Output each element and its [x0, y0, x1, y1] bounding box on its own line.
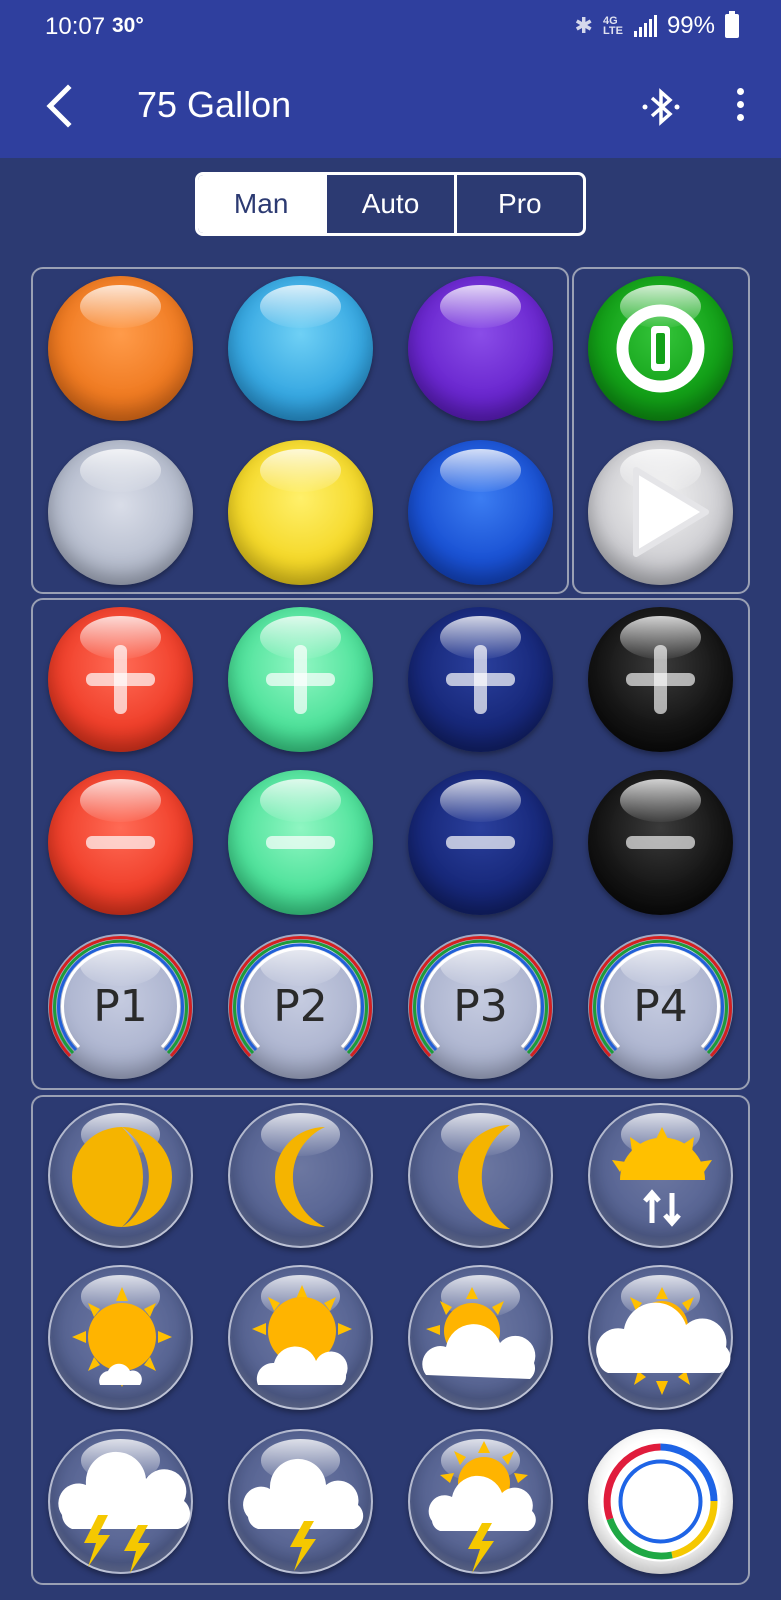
- moon-full-icon: [72, 1127, 172, 1227]
- storm-icon: [243, 1458, 364, 1571]
- mostly-sunny-icon: [252, 1285, 352, 1385]
- scene-storm-button[interactable]: [228, 1429, 373, 1574]
- plus-icon: [86, 645, 155, 714]
- partly-cloudy-icon: [422, 1287, 536, 1379]
- preset-label: P1: [93, 981, 148, 1032]
- thunderstorm-icon: [58, 1451, 191, 1573]
- app-bar: 75 Gallon: [0, 56, 781, 158]
- more-vert-icon[interactable]: [722, 84, 758, 132]
- blue-plus-button[interactable]: [408, 607, 553, 752]
- green-minus-button[interactable]: [228, 770, 373, 915]
- scene-moon-crescent-button[interactable]: [408, 1103, 553, 1248]
- color-orange-button[interactable]: [48, 276, 193, 421]
- cloudy-icon: [596, 1287, 731, 1395]
- power-button[interactable]: [588, 276, 733, 421]
- minus-icon: [266, 836, 335, 849]
- scene-mostly-sunny-button[interactable]: [228, 1265, 373, 1410]
- status-temperature: 30°: [112, 14, 144, 37]
- signal-icon: [633, 15, 657, 37]
- color-yellow-button[interactable]: [228, 440, 373, 585]
- sun-storm-icon: [428, 1441, 536, 1573]
- minus-icon: [446, 836, 515, 849]
- bluetooth-status-icon: ✱: [574, 13, 593, 38]
- blue-minus-button[interactable]: [408, 770, 553, 915]
- back-arrow-icon[interactable]: [38, 82, 82, 130]
- minus-icon: [626, 836, 695, 849]
- tab-man[interactable]: Man: [198, 175, 325, 233]
- preset-p3-button[interactable]: P3: [408, 934, 553, 1079]
- battery-icon: [725, 11, 739, 38]
- color-blue-button[interactable]: [408, 440, 553, 585]
- play-icon: [633, 467, 709, 557]
- scene-thunderstorm-button[interactable]: [48, 1429, 193, 1574]
- moon-crescent-icon: [458, 1125, 510, 1229]
- color-cyan-button[interactable]: [228, 276, 373, 421]
- preset-label: P3: [453, 981, 508, 1032]
- green-plus-button[interactable]: [228, 607, 373, 752]
- moon-half-icon: [275, 1127, 325, 1227]
- mode-tabs: Man Auto Pro: [195, 172, 586, 236]
- preset-label: P4: [633, 981, 688, 1032]
- scene-moon-full-button[interactable]: [48, 1103, 193, 1248]
- status-icons: ✱ 4G LTE 99%: [574, 11, 739, 40]
- preset-p4-button[interactable]: P4: [588, 934, 733, 1079]
- tab-pro[interactable]: Pro: [453, 175, 583, 233]
- scene-cloudy-button[interactable]: [588, 1265, 733, 1410]
- preset-p1-button[interactable]: P1: [48, 934, 193, 1079]
- plus-icon: [266, 645, 335, 714]
- tab-auto[interactable]: Auto: [324, 175, 453, 233]
- red-plus-button[interactable]: [48, 607, 193, 752]
- preset-label: P2: [273, 981, 328, 1032]
- preset-p2-button[interactable]: P2: [228, 934, 373, 1079]
- color-purple-button[interactable]: [408, 276, 553, 421]
- bluetooth-icon[interactable]: [636, 82, 686, 132]
- status-time: 10:07: [45, 13, 106, 40]
- scene-sunny-button[interactable]: [48, 1265, 193, 1410]
- lte-icon: 4G LTE: [602, 15, 623, 37]
- sunrise-sunset-icon: [612, 1127, 712, 1227]
- status-bar: 10:07 30° ✱ 4G LTE 99%: [0, 0, 781, 56]
- white-minus-button[interactable]: [588, 770, 733, 915]
- scene-sun-storm-button[interactable]: [408, 1429, 553, 1574]
- color-cycle-icon: [600, 1441, 721, 1562]
- page-title: 75 Gallon: [137, 84, 292, 125]
- sunny-icon: [72, 1287, 172, 1387]
- plus-icon: [626, 645, 695, 714]
- color-white-button[interactable]: [48, 440, 193, 585]
- play-button[interactable]: [588, 440, 733, 585]
- scene-partly-cloudy-button[interactable]: [408, 1265, 553, 1410]
- plus-icon: [446, 645, 515, 714]
- scene-moon-half-button[interactable]: [228, 1103, 373, 1248]
- scene-sunrise-button[interactable]: [588, 1103, 733, 1248]
- battery-percent: 99%: [666, 12, 715, 39]
- minus-icon: [86, 836, 155, 849]
- white-plus-button[interactable]: [588, 607, 733, 752]
- red-minus-button[interactable]: [48, 770, 193, 915]
- power-icon: [616, 304, 705, 393]
- color-cycle-button[interactable]: [588, 1429, 733, 1574]
